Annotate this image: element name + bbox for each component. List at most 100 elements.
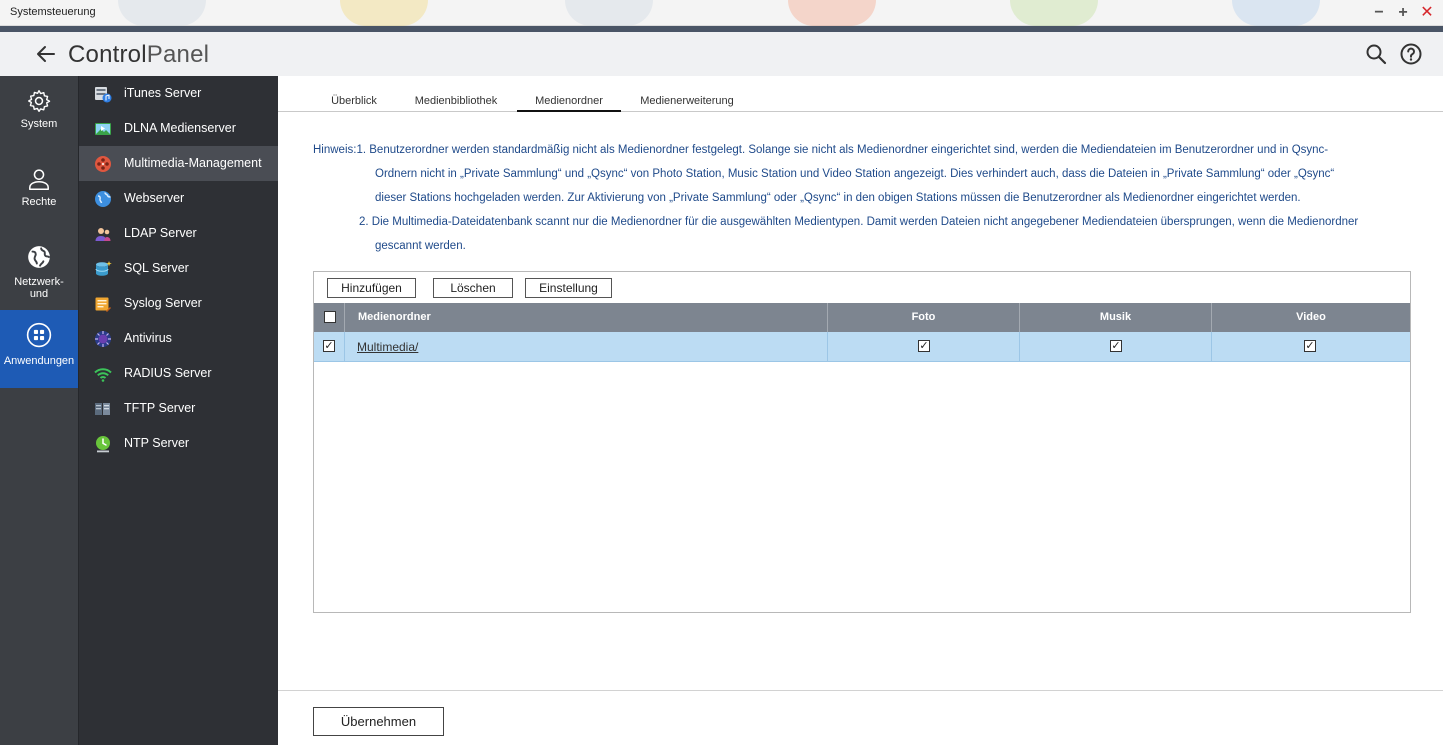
app-title-light: Panel [146, 41, 210, 68]
submenu-item-radius-server[interactable]: RADIUS Server [79, 356, 278, 391]
background-decoration [1010, 0, 1098, 26]
submenu-item-itunes-server[interactable]: iTunes Server [79, 76, 278, 111]
database-icon [95, 261, 112, 276]
category-anwendungen[interactable]: Anwendungen [0, 310, 78, 388]
column-header-medienordner[interactable]: Medienordner [345, 303, 828, 332]
notice-line: Ordnern nicht in „Private Sammlung“ und … [313, 162, 1413, 186]
window-title: Systemsteuerung [10, 6, 96, 18]
category-label: System [20, 118, 58, 130]
submenu-label: Syslog Server [124, 296, 202, 310]
media-folder-table: Hinzufügen Löschen Einstellung Medienord… [313, 271, 1411, 613]
select-all-cell [314, 303, 345, 332]
select-all-checkbox[interactable] [324, 311, 336, 323]
category-label-line2: und [29, 288, 49, 300]
user-icon [29, 169, 49, 191]
notice-text: dieser Stations hochgeladen werden. Zur … [375, 192, 1301, 204]
globe-icon [28, 246, 50, 268]
app-header: ControlPanel [0, 32, 1443, 76]
notice-line: gescannt werden. [313, 234, 1413, 258]
tab-medienbibliothek[interactable]: Medienbibliothek [408, 95, 504, 112]
category-system[interactable]: System [0, 88, 78, 140]
category-label: Rechte [21, 196, 57, 208]
help-icon[interactable] [1399, 42, 1423, 66]
submenu-item-dlna[interactable]: DLNA Medienserver [79, 111, 278, 146]
antivirus-icon [95, 331, 111, 347]
ldap-users-icon [95, 228, 111, 241]
tab-medienerweiterung[interactable]: Medienerweiterung [634, 95, 740, 112]
submenu-label: Antivirus [124, 331, 172, 345]
musik-checkbox[interactable]: ✓ [1110, 340, 1122, 352]
notice-line: dieser Stations hochgeladen werden. Zur … [313, 186, 1413, 210]
back-arrow-icon[interactable] [34, 42, 58, 66]
settings-button[interactable]: Einstellung [525, 278, 612, 298]
submenu-item-sql-server[interactable]: SQL Server [79, 251, 278, 286]
table-row[interactable]: ✓ Multimedia/ ✓ ✓ ✓ [314, 332, 1410, 362]
tab-ueberblick[interactable]: Überblick [326, 95, 382, 112]
maximize-button[interactable]: + [1394, 4, 1412, 22]
category-sidebar: System Rechte Netzwerk- und Anwendungen [0, 76, 78, 745]
search-icon[interactable] [1364, 42, 1388, 66]
submenu-label: Multimedia-Management [124, 156, 262, 170]
foto-cell: ✓ [828, 332, 1020, 362]
column-header-foto[interactable]: Foto [828, 303, 1020, 332]
column-header-video[interactable]: Video [1212, 303, 1410, 332]
application-submenu: iTunes Server DLNA Medienserver Multimed… [78, 76, 278, 745]
submenu-label: SQL Server [124, 261, 189, 275]
submenu-item-multimedia-management[interactable]: Multimedia-Management [79, 146, 278, 181]
background-decoration [340, 0, 428, 26]
submenu-item-ldap-server[interactable]: LDAP Server [79, 216, 278, 251]
category-rechte[interactable]: Rechte [0, 166, 78, 218]
itunes-server-icon [95, 87, 112, 103]
window-titlebar: Systemsteuerung − + ✕ [0, 0, 1443, 26]
row-select-cell: ✓ [314, 332, 345, 362]
background-decoration [118, 0, 206, 26]
folder-link[interactable]: Multimedia/ [357, 340, 418, 354]
tab-medienordner[interactable]: Medienordner [517, 95, 621, 112]
background-decoration [788, 0, 876, 26]
submenu-item-syslog-server[interactable]: Syslog Server [79, 286, 278, 321]
minimize-button[interactable]: − [1370, 4, 1388, 22]
submenu-label: NTP Server [124, 436, 190, 450]
table-header: Medienordner Foto Musik Video [314, 303, 1410, 332]
notice-line: Hinweis:1. Benutzerordner werden standar… [313, 138, 1413, 162]
category-label-line1: Netzwerk- [14, 276, 64, 288]
submenu-label: Webserver [124, 191, 185, 205]
video-checkbox[interactable]: ✓ [1304, 340, 1316, 352]
notice-text: Ordnern nicht in „Private Sammlung“ und … [375, 168, 1335, 180]
column-header-musik[interactable]: Musik [1020, 303, 1212, 332]
background-decoration [565, 0, 653, 26]
gear-icon [28, 90, 51, 112]
submenu-item-webserver[interactable]: Webserver [79, 181, 278, 216]
dlna-icon [95, 123, 111, 135]
submenu-item-ntp-server[interactable]: NTP Server [79, 426, 278, 461]
category-label: Anwendungen [3, 355, 75, 367]
footer-bar: Übernehmen [278, 690, 1443, 745]
notice-prefix: Hinweis: [313, 144, 357, 156]
delete-button[interactable]: Löschen [433, 278, 513, 298]
category-netzwerk[interactable]: Netzwerk- und [0, 244, 78, 304]
tftp-server-icon [95, 403, 110, 415]
syslog-icon [95, 297, 111, 312]
row-select-checkbox[interactable]: ✓ [323, 340, 335, 352]
notice-box: Hinweis:1. Benutzerordner werden standar… [313, 138, 1413, 258]
submenu-label: iTunes Server [124, 86, 202, 100]
apply-button[interactable]: Übernehmen [313, 707, 444, 736]
submenu-item-antivirus[interactable]: Antivirus [79, 321, 278, 356]
clock-icon [96, 436, 110, 453]
main-content: Überblick Medienbibliothek Medienordner … [278, 76, 1443, 745]
add-button[interactable]: Hinzufügen [327, 278, 416, 298]
close-button[interactable]: ✕ [1418, 4, 1436, 22]
web-globe-icon [95, 191, 111, 207]
tab-bar: Überblick Medienbibliothek Medienordner … [278, 76, 1443, 112]
background-decoration [1232, 0, 1320, 26]
submenu-item-tftp-server[interactable]: TFTP Server [79, 391, 278, 426]
app-title-bold: Control [68, 41, 147, 68]
submenu-label: TFTP Server [124, 401, 196, 415]
foto-checkbox[interactable]: ✓ [918, 340, 930, 352]
folder-cell: Multimedia/ [345, 332, 828, 362]
musik-cell: ✓ [1020, 332, 1212, 362]
wifi-icon [94, 368, 112, 382]
notice-text: gescannt werden. [375, 240, 466, 252]
notice-text: 1. Benutzerordner werden standardmäßig n… [356, 144, 1329, 156]
app-title: ControlPanel [68, 41, 209, 69]
